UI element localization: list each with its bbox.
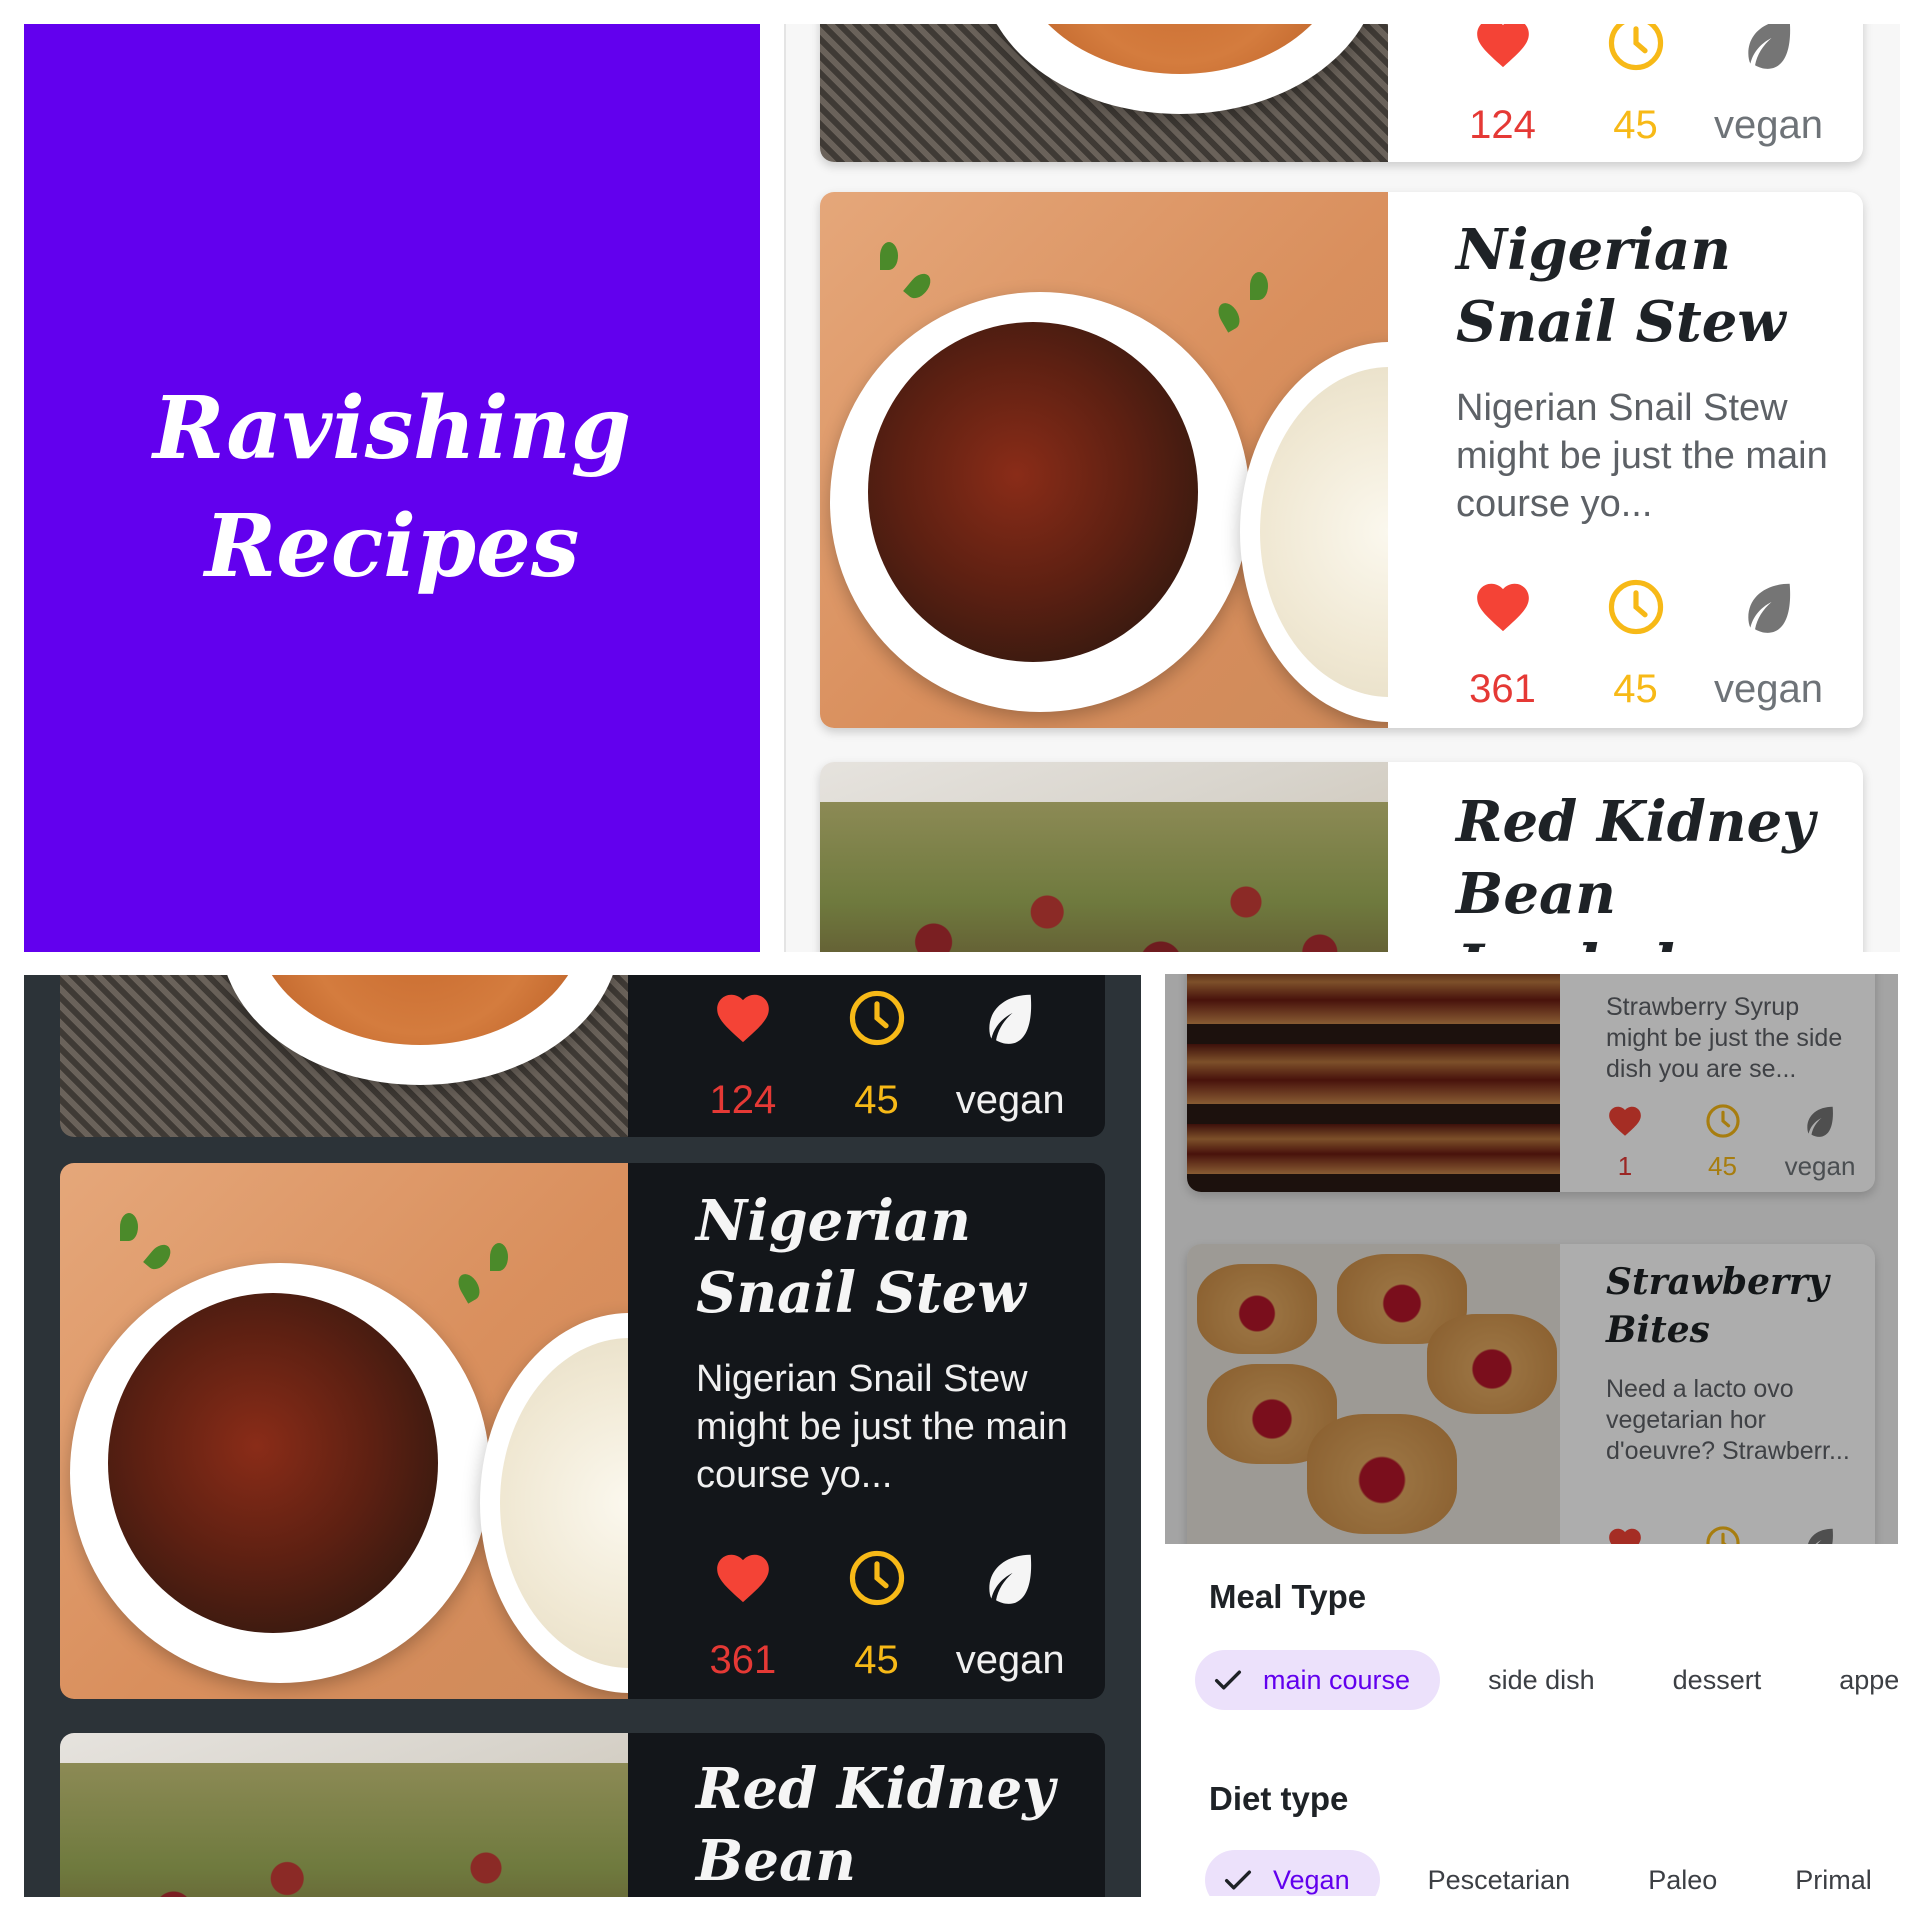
chip-label: Paleo <box>1648 1864 1718 1895</box>
heart-icon <box>1476 24 1529 68</box>
chip-primal[interactable]: Primal <box>1765 1850 1898 1896</box>
recipe-list-dark: 124 45 vegan Nigerian Snail Stew Nigeria… <box>24 975 1141 1897</box>
chip-side-dish[interactable]: side dish <box>1458 1650 1625 1710</box>
time-stat: 45 <box>810 975 944 1125</box>
filter-bottom-sheet: Meal Type main course side dish dessert … <box>1165 1544 1898 1896</box>
check-icon <box>1224 1870 1252 1890</box>
recipe-card[interactable]: Red Kidney Bean Jambal <box>60 1733 1105 1897</box>
clock-icon <box>849 1550 904 1606</box>
recipe-title: Nigerian Snail Stew <box>696 1188 1026 1326</box>
time-stat: 45 <box>810 1535 944 1685</box>
recipe-image <box>820 762 1388 952</box>
chip-label: Vegan <box>1273 1864 1350 1895</box>
recipe-card[interactable]: Nigerian Snail Stew Nigerian Snail Stew … <box>60 1163 1105 1699</box>
recipe-image <box>820 192 1388 728</box>
app-title-line2: Recipes <box>204 496 580 597</box>
diet-stat: vegan <box>1702 564 1835 714</box>
meal-type-chips: main course side dish dessert appeti: <box>1195 1650 1898 1710</box>
chip-appetizer[interactable]: appeti: <box>1809 1650 1898 1710</box>
chip-label: side dish <box>1488 1664 1595 1695</box>
time-value: 45 <box>1613 103 1658 147</box>
diet-label: vegan <box>955 1078 1065 1122</box>
chip-pescetarian[interactable]: Pescetarian <box>1397 1850 1601 1896</box>
recipe-card[interactable]: 124 45 vegan <box>820 24 1863 162</box>
likes-stat: 361 <box>676 1535 810 1685</box>
recipe-list-light: 124 45 vegan Nigerian Snail Stew Nigeria… <box>784 24 1900 952</box>
recipe-title: Nigerian Snail Stew <box>1456 217 1786 355</box>
time-value: 45 <box>854 1078 899 1122</box>
diet-type-heading: Diet type <box>1209 1780 1349 1817</box>
likes-stat: 124 <box>676 975 810 1125</box>
splash-screen: Ravishing Recipes <box>24 24 760 952</box>
chip-label: main course <box>1263 1664 1411 1695</box>
recipe-card[interactable]: Red Kidney Bean Jambal... <box>820 762 1863 952</box>
chip-paleo[interactable]: Paleo <box>1618 1850 1748 1896</box>
modal-scrim[interactable] <box>1165 974 1898 1544</box>
filter-screen: Strawberry Syrup might be just the side … <box>1165 974 1898 1896</box>
leaf-icon <box>1747 24 1790 69</box>
recipe-card[interactable]: 124 45 vegan <box>60 975 1105 1137</box>
heart-icon <box>1476 583 1529 632</box>
chip-label: appeti: <box>1839 1664 1898 1695</box>
diet-label: vegan <box>955 1638 1065 1682</box>
recipe-image <box>60 1733 628 1897</box>
likes-count: 124 <box>709 1078 777 1122</box>
chip-label: dessert <box>1672 1664 1762 1695</box>
chip-dessert[interactable]: dessert <box>1642 1650 1792 1710</box>
chip-vegan[interactable]: Vegan <box>1205 1850 1380 1896</box>
likes-count: 361 <box>709 1638 777 1682</box>
diet-label: vegan <box>1714 103 1823 147</box>
recipe-image <box>60 1163 628 1699</box>
heart-icon <box>716 994 769 1043</box>
time-stat: 45 <box>1569 24 1702 150</box>
clock-icon <box>1608 579 1663 635</box>
recipe-description: Nigerian Snail Stew might be just the ma… <box>696 1358 1068 1496</box>
likes-stat: 361 <box>1436 564 1569 714</box>
recipe-title: Red Kidney Bean Jambal <box>696 1756 1055 1894</box>
leaf-icon <box>989 994 1032 1044</box>
heart-icon <box>716 1554 769 1603</box>
diet-stat: vegan <box>943 1535 1077 1685</box>
leaf-icon <box>1747 583 1790 633</box>
likes-stat: 124 <box>1436 24 1569 150</box>
check-icon <box>1214 1670 1242 1690</box>
divider <box>784 24 786 952</box>
time-value: 45 <box>1613 667 1658 711</box>
recipe-image <box>60 975 628 1137</box>
clock-icon <box>849 990 904 1046</box>
app-title: Ravishing Recipes <box>153 370 631 606</box>
recipe-card[interactable]: Nigerian Snail Stew Nigerian Snail Stew … <box>820 192 1863 728</box>
meal-type-heading: Meal Type <box>1209 1578 1367 1615</box>
app-title-line1: Ravishing <box>152 378 632 479</box>
diet-type-chips: Vegan Pescetarian Paleo Primal <box>1205 1850 1898 1896</box>
chip-label: Primal <box>1795 1864 1872 1895</box>
chip-label: Pescetarian <box>1427 1864 1571 1895</box>
diet-label: vegan <box>1714 667 1823 711</box>
diet-stat: vegan <box>943 975 1077 1125</box>
likes-count: 124 <box>1469 103 1536 147</box>
recipe-description: Nigerian Snail Stew might be just the ma… <box>1456 387 1828 525</box>
chip-main-course[interactable]: main course <box>1195 1650 1441 1710</box>
recipe-image <box>820 24 1388 162</box>
recipe-title: Red Kidney Bean Jambal... <box>1456 789 1815 952</box>
clock-icon <box>1608 24 1663 71</box>
time-stat: 45 <box>1569 564 1702 714</box>
likes-count: 361 <box>1469 667 1536 711</box>
diet-stat: vegan <box>1702 24 1835 150</box>
time-value: 45 <box>854 1638 899 1682</box>
leaf-icon <box>989 1554 1032 1604</box>
